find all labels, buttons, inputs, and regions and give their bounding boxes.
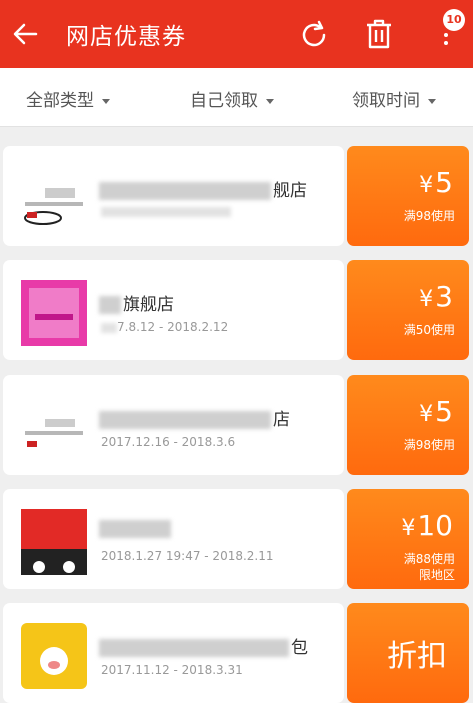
coupon-info: 店 2017.12.16 - 2018.3.6: [3, 375, 344, 475]
caret-down-icon: [428, 98, 436, 104]
more-vertical-icon: [444, 33, 448, 49]
refresh-button[interactable]: [298, 19, 330, 51]
coupon-amount: ¥5: [419, 166, 453, 199]
caret-down-icon: [266, 98, 274, 104]
coupon-value-panel: ¥5 满98使用: [347, 375, 469, 475]
store-name: 包: [99, 633, 308, 658]
filter-source-label: 自己领取: [190, 91, 258, 111]
coupon-condition: 满98使用: [403, 438, 455, 452]
validity-dates: 7.8.12 - 2018.2.12: [101, 320, 228, 334]
coupon-value-panel: ¥5 满98使用: [347, 146, 469, 246]
validity-dates: 2018.1.27 19:47 - 2018.2.11: [101, 549, 274, 563]
notification-badge: 10: [443, 9, 465, 31]
coupon-value-panel: ¥10 满88使用 限地区: [347, 489, 469, 589]
filter-time-label: 领取时间: [352, 91, 420, 111]
coupon-card[interactable]: 2018.1.27 19:47 - 2018.2.11 ¥10 满88使用 限地…: [3, 489, 469, 589]
store-logo: [24, 188, 83, 225]
page-title: 网店优惠券: [66, 24, 186, 50]
coupon-card[interactable]: 舰店 ¥5 满98使用: [3, 146, 469, 246]
coupon-card[interactable]: 店 2017.12.16 - 2018.3.6 ¥5 满98使用: [3, 375, 469, 475]
caret-down-icon: [102, 98, 110, 104]
trash-icon: [367, 19, 391, 49]
coupon-info: 包 2017.11.12 - 2018.3.31: [3, 603, 344, 703]
app-header: 网店优惠券 10: [0, 0, 473, 68]
store-name: 店: [99, 405, 290, 430]
store-logo: [25, 419, 83, 447]
store-logo: [21, 509, 87, 575]
back-arrow-icon: [13, 23, 38, 45]
filter-source[interactable]: 自己领取: [190, 86, 274, 111]
coupon-region-limit: 限地区: [418, 568, 455, 582]
filter-time[interactable]: 领取时间: [352, 86, 436, 111]
filter-type[interactable]: 全部类型: [26, 86, 110, 111]
validity-dates: 2017.11.12 - 2018.3.31: [101, 663, 243, 677]
store-name: [99, 519, 173, 539]
coupon-value-panel: ¥3 满50使用: [347, 260, 469, 360]
coupon-condition: 满98使用: [403, 209, 455, 223]
validity-dates: 2017.12.16 - 2018.3.6: [101, 435, 236, 449]
store-logo: [21, 623, 87, 689]
coupon-info: 旗舰店 7.8.12 - 2018.2.12: [3, 260, 344, 360]
store-logo: [21, 280, 87, 346]
validity-dates: [101, 206, 231, 220]
coupon-card[interactable]: 旗舰店 7.8.12 - 2018.2.12 ¥3 满50使用: [3, 260, 469, 360]
coupon-condition: 满50使用: [403, 323, 455, 337]
coupon-info: 2018.1.27 19:47 - 2018.2.11: [3, 489, 344, 589]
coupon-condition: 满88使用 限地区: [404, 551, 455, 583]
coupon-card[interactable]: 包 2017.11.12 - 2018.3.31 折扣: [3, 603, 469, 703]
coupon-discount-label: 折扣: [387, 639, 447, 674]
coupon-condition-line: 满88使用: [403, 552, 455, 566]
coupon-amount: ¥5: [419, 395, 453, 428]
coupon-info: 舰店: [3, 146, 344, 246]
store-name: 舰店: [99, 176, 307, 201]
back-button[interactable]: [10, 18, 42, 50]
delete-button[interactable]: [362, 16, 396, 52]
filter-type-label: 全部类型: [26, 91, 94, 111]
store-name: 旗舰店: [99, 290, 174, 315]
filter-bar: 全部类型 自己领取 领取时间: [0, 68, 473, 127]
refresh-icon: [302, 20, 326, 47]
coupon-amount: ¥10: [401, 509, 453, 542]
coupon-value-panel: 折扣: [347, 603, 469, 703]
coupon-amount: ¥3: [419, 280, 453, 313]
